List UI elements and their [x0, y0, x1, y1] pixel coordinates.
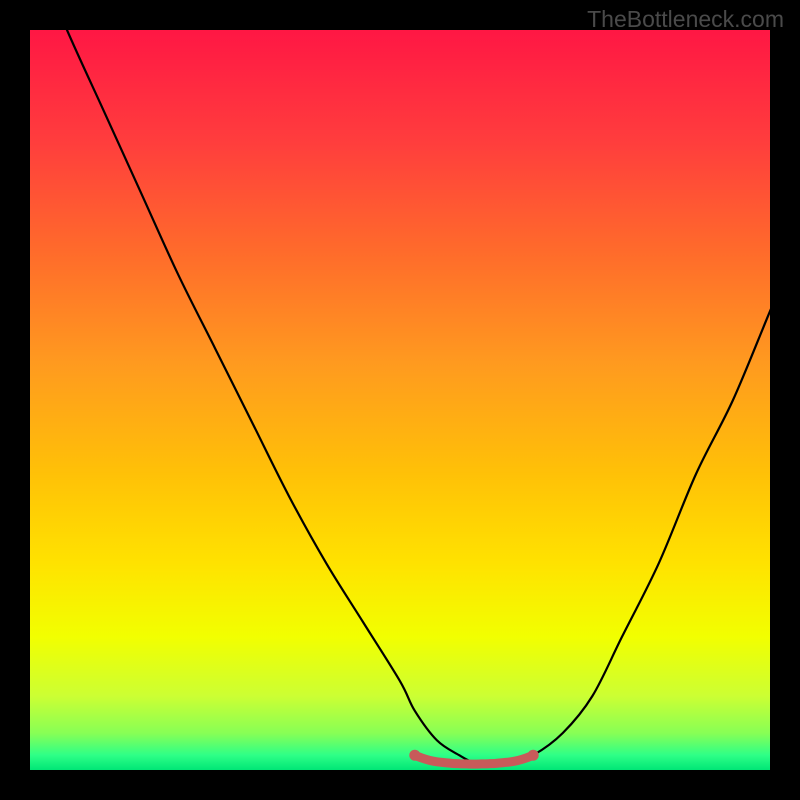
optimal-marker-dot-right — [528, 750, 539, 761]
plot-area — [30, 30, 770, 770]
curve-layer — [30, 30, 770, 770]
optimal-marker — [415, 755, 533, 764]
bottleneck-curve — [30, 30, 770, 763]
watermark-text: TheBottleneck.com — [587, 6, 784, 33]
optimal-marker-dot-left — [409, 750, 420, 761]
